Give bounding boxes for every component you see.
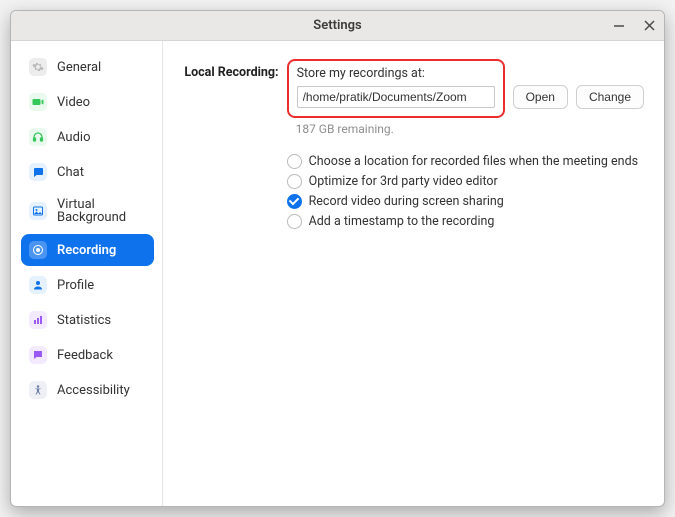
change-button[interactable]: Change bbox=[576, 85, 644, 109]
sidebar-item-audio[interactable]: Audio bbox=[21, 121, 154, 153]
sidebar-item-label: Video bbox=[57, 96, 90, 109]
recording-path-input[interactable] bbox=[297, 86, 495, 108]
sidebar-item-label: Chat bbox=[57, 166, 84, 179]
checkbox-icon bbox=[287, 214, 302, 229]
user-icon bbox=[29, 276, 47, 294]
option-label: Choose a location for recorded files whe… bbox=[309, 154, 638, 169]
sidebar: General Video Audio Chat bbox=[11, 41, 163, 506]
sidebar-item-label: Profile bbox=[57, 279, 94, 292]
option-choose-location[interactable]: Choose a location for recorded files whe… bbox=[287, 154, 644, 169]
space-remaining: 187 GB remaining. bbox=[296, 122, 644, 136]
option-optimize[interactable]: Optimize for 3rd party video editor bbox=[287, 174, 644, 189]
video-icon bbox=[29, 93, 47, 111]
sidebar-item-label: Statistics bbox=[57, 314, 111, 327]
close-button[interactable] bbox=[640, 17, 658, 35]
chart-icon bbox=[29, 311, 47, 329]
sidebar-item-label: General bbox=[57, 61, 101, 74]
sidebar-item-recording[interactable]: Recording bbox=[21, 234, 154, 266]
sidebar-item-profile[interactable]: Profile bbox=[21, 269, 154, 301]
storage-highlight: Store my recordings at: bbox=[287, 59, 505, 118]
checkbox-icon bbox=[287, 194, 302, 209]
titlebar: Settings bbox=[11, 11, 664, 41]
body: General Video Audio Chat bbox=[11, 41, 664, 506]
record-icon bbox=[29, 241, 47, 259]
checkbox-icon bbox=[287, 174, 302, 189]
section-label: Local Recording: bbox=[183, 59, 279, 80]
store-label: Store my recordings at: bbox=[297, 66, 495, 81]
gear-icon bbox=[29, 58, 47, 76]
feedback-icon bbox=[29, 346, 47, 364]
settings-window: Settings General Video bbox=[10, 10, 665, 507]
option-label: Add a timestamp to the recording bbox=[309, 214, 495, 229]
sidebar-item-virtualbg[interactable]: Virtual Background bbox=[21, 191, 154, 231]
content-recording: Local Recording: Store my recordings at:… bbox=[163, 41, 664, 506]
sidebar-item-label: Accessibility bbox=[57, 384, 130, 397]
open-button[interactable]: Open bbox=[513, 85, 568, 109]
local-recording-row: Local Recording: Store my recordings at:… bbox=[183, 59, 644, 118]
sidebar-item-accessibility[interactable]: Accessibility bbox=[21, 374, 154, 406]
sidebar-item-video[interactable]: Video bbox=[21, 86, 154, 118]
sidebar-item-chat[interactable]: Chat bbox=[21, 156, 154, 188]
image-icon bbox=[29, 202, 47, 220]
option-label: Record video during screen sharing bbox=[309, 194, 504, 209]
sidebar-item-statistics[interactable]: Statistics bbox=[21, 304, 154, 336]
recording-options: Choose a location for recorded files whe… bbox=[287, 154, 644, 229]
headphones-icon bbox=[29, 128, 47, 146]
option-record-screenshare[interactable]: Record video during screen sharing bbox=[287, 194, 644, 209]
accessibility-icon bbox=[29, 381, 47, 399]
sidebar-item-feedback[interactable]: Feedback bbox=[21, 339, 154, 371]
minimize-button[interactable] bbox=[610, 17, 628, 35]
sidebar-item-label: Recording bbox=[57, 244, 116, 257]
sidebar-item-general[interactable]: General bbox=[21, 51, 154, 83]
window-title: Settings bbox=[313, 18, 361, 33]
checkbox-icon bbox=[287, 154, 302, 169]
sidebar-item-label: Virtual Background bbox=[57, 198, 146, 224]
sidebar-item-label: Audio bbox=[57, 131, 90, 144]
option-timestamp[interactable]: Add a timestamp to the recording bbox=[287, 214, 644, 229]
sidebar-item-label: Feedback bbox=[57, 349, 113, 362]
window-controls bbox=[610, 17, 658, 35]
chat-icon bbox=[29, 163, 47, 181]
option-label: Optimize for 3rd party video editor bbox=[309, 174, 498, 189]
